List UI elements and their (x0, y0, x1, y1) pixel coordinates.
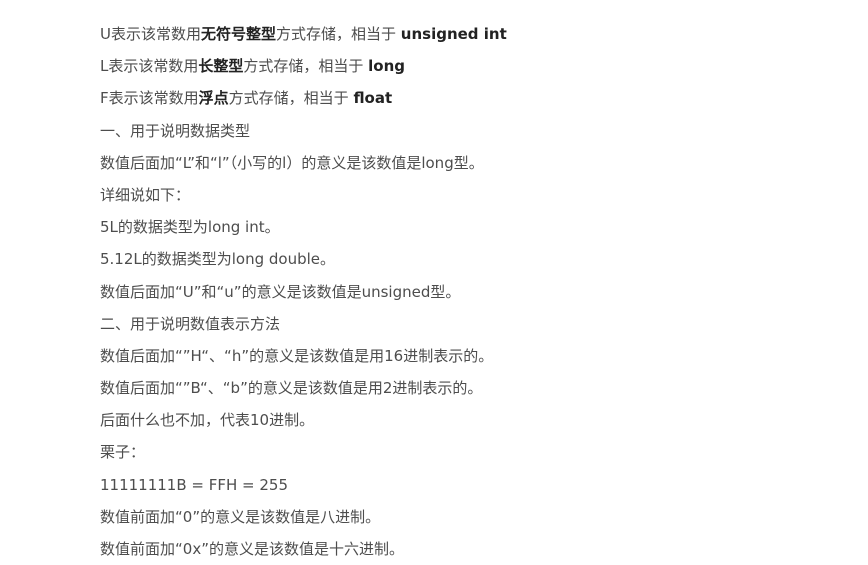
paragraph-text: 数值前面加“0x”的意义是该数值是十六进制。 (100, 540, 404, 558)
paragraph-text: 详细说如下： (100, 185, 191, 204)
example-text: 11111111B = FFH = 255 (100, 475, 289, 494)
bold-type-name: long (368, 57, 406, 76)
text-segment: 方式存储，相当于 (276, 25, 401, 43)
section-heading-data-types: 一、用于说明数据类型 (100, 121, 251, 140)
paragraph-u-suffix: U表示该常数用无符号整型方式存储，相当于 unsigned int (100, 18, 840, 50)
paragraph-text: 后面什么也不加，代表10进制。 (100, 411, 315, 430)
bold-type-name: float (353, 89, 393, 108)
text-segment: F表示该常数用 (100, 89, 199, 108)
paragraph-text: 数值前面加“0”的意义是该数值是八进制。 (100, 507, 381, 526)
paragraph-text: 数值后面加“”B“、“b”的意义是该数值是用2进制表示的。 (100, 379, 483, 398)
paragraph-text: 数值后面加“U”和“u”的意义是该数值是unsigned型。 (100, 282, 461, 301)
section-heading-number-notation: 二、用于说明数值表示方法 (100, 314, 281, 333)
paragraph-text: 数值后面加“”H“、“h”的意义是该数值是用16进制表示的。 (100, 346, 494, 365)
paragraph-text: 5.12L的数据类型为long double。 (100, 250, 336, 269)
bold-term: 浮点 (198, 89, 229, 108)
bold-type-name: unsigned int (400, 25, 507, 43)
paragraph-f-suffix: F表示该常数用浮点方式存储，相当于 float (100, 82, 840, 114)
text-segment: U表示该常数用 (100, 25, 201, 43)
paragraph-text: 栗子： (100, 443, 146, 462)
text-segment: L表示该常数用 (100, 57, 199, 76)
text-segment: 方式存储，相当于 (243, 57, 369, 76)
paragraph-text: 5L的数据类型为long int。 (100, 218, 280, 237)
bold-term: 长整型 (198, 57, 244, 76)
text-segment: 方式存储，相当于 (228, 89, 354, 108)
paragraph-text: 数值后面加“L”和“l”（小写的l）的意义是该数值是long型。 (100, 153, 484, 172)
article-body: U表示该常数用无符号整型方式存储，相当于 unsigned int L表示该常数… (100, 18, 840, 565)
bold-term: 无符号整型 (200, 25, 276, 43)
paragraph-l-suffix: L表示该常数用长整型方式存储，相当于 long (100, 50, 840, 82)
